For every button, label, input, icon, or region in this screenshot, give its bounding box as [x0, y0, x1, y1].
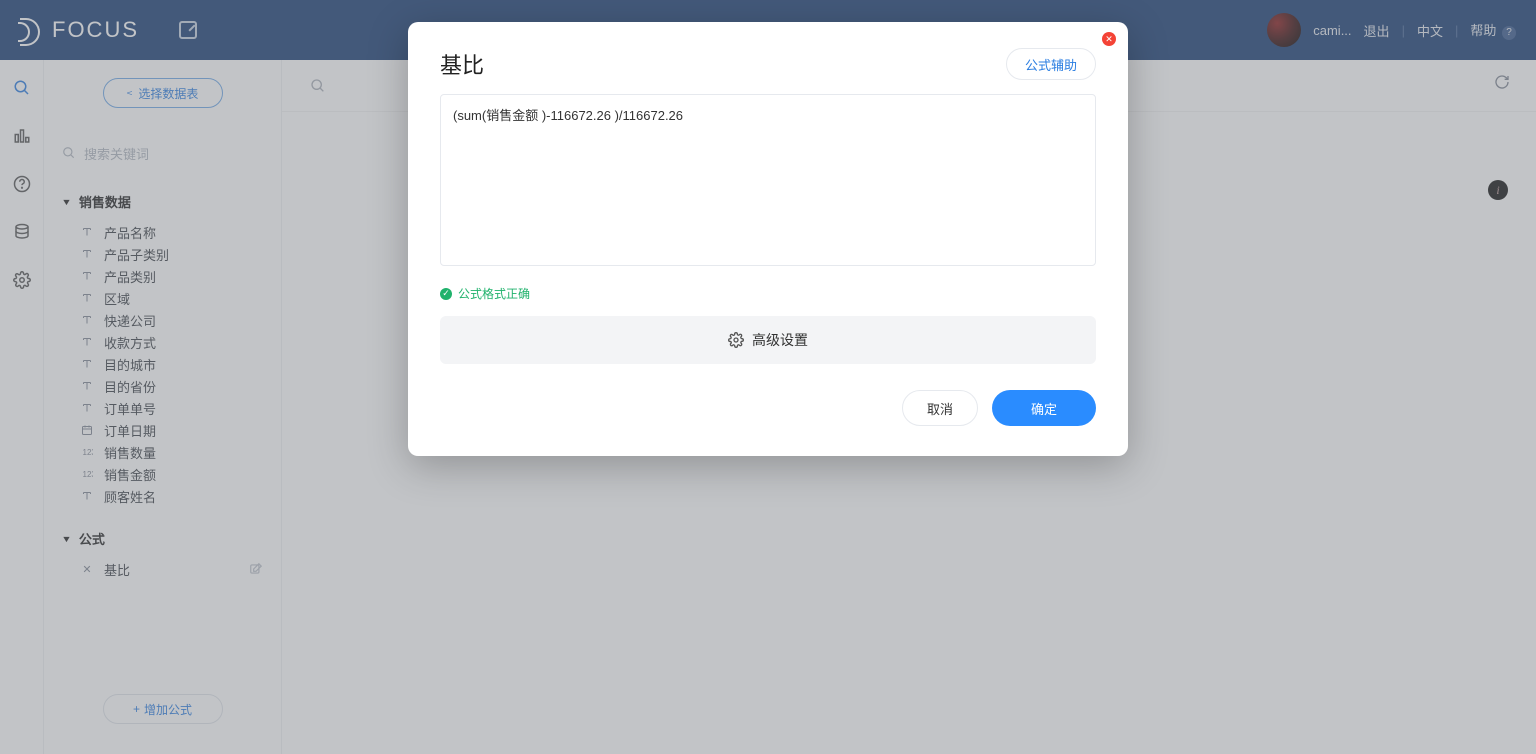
ok-button[interactable]: 确定: [992, 390, 1096, 426]
status-row: ✓ 公式格式正确: [440, 285, 1096, 302]
formula-assist-button[interactable]: 公式辅助: [1006, 48, 1096, 80]
modal-title: 基比: [440, 48, 484, 80]
formula-input[interactable]: [440, 94, 1096, 266]
formula-modal: ✕ 基比 公式辅助 ✓ 公式格式正确 高级设置 取消 确定: [408, 22, 1128, 456]
advanced-label: 高级设置: [752, 330, 808, 350]
status-text: 公式格式正确: [458, 285, 530, 302]
advanced-settings-button[interactable]: 高级设置: [440, 316, 1096, 364]
gear-icon: [728, 332, 744, 348]
check-icon: ✓: [440, 288, 452, 300]
close-icon[interactable]: ✕: [1102, 32, 1116, 46]
modal-overlay: ✕ 基比 公式辅助 ✓ 公式格式正确 高级设置 取消 确定: [0, 0, 1536, 754]
cancel-button[interactable]: 取消: [902, 390, 978, 426]
